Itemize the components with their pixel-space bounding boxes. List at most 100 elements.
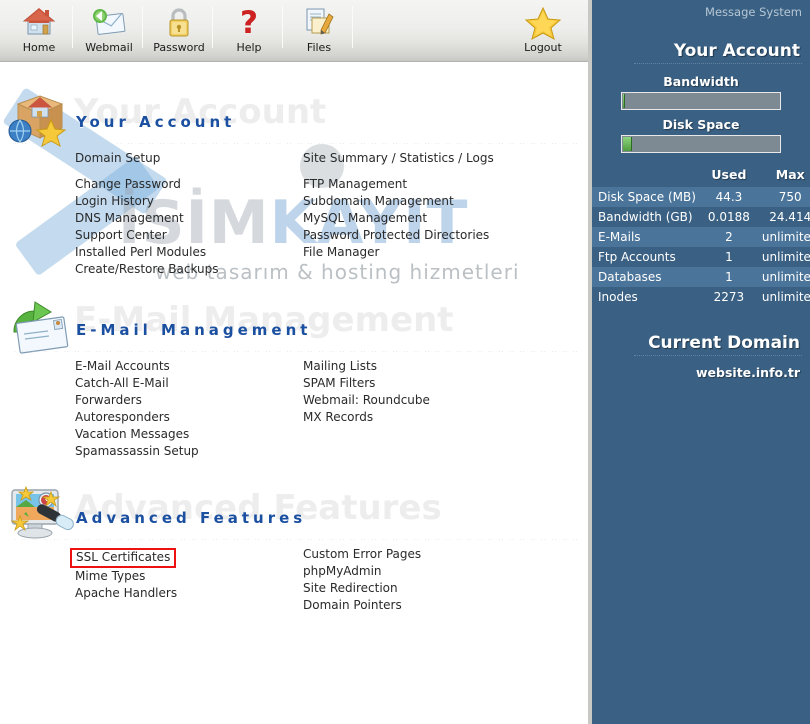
- column-header-max: Max: [775, 167, 805, 182]
- link-installed-perl-modules[interactable]: Installed Perl Modules: [75, 244, 295, 261]
- section-body: Domain Setup Change Password Login Histo…: [0, 150, 588, 286]
- sidebar-divider: [634, 63, 802, 67]
- toolbar-button-password[interactable]: Password: [144, 2, 214, 58]
- link-ftp-management[interactable]: FTP Management: [303, 176, 588, 193]
- right-sidebar: Message System Your Account Bandwidth Di…: [588, 0, 810, 724]
- link-site-redirection[interactable]: Site Redirection: [303, 580, 588, 597]
- sidebar-heading-current-domain: Current Domain: [648, 333, 800, 353]
- link-ssl-certificates[interactable]: SSL Certificates: [70, 548, 177, 568]
- cell-used: 1: [725, 250, 733, 264]
- toolbar-label: Webmail: [85, 41, 133, 54]
- link-mysql-management[interactable]: MySQL Management: [303, 210, 588, 227]
- table-body: Disk Space (MB) 44.3 750 Bandwidth (GB) …: [592, 187, 810, 307]
- cell-resource-name: E-Mails: [592, 227, 702, 247]
- table-row: Disk Space (MB) 44.3 750: [592, 187, 810, 207]
- account-usage-table: Used Max Disk Space (MB) 44.3 750 Bandwi…: [592, 165, 810, 307]
- cell-used: 1: [701, 267, 756, 287]
- link-vacation-messages[interactable]: Vacation Messages: [75, 426, 295, 443]
- toolbar-button-files[interactable]: Files: [284, 2, 354, 58]
- link-spamassassin-setup[interactable]: Spamassassin Setup: [75, 443, 295, 460]
- section-links-left: SSL Certificates Mime Types Apache Handl…: [70, 546, 295, 602]
- disk-space-progress-bar: [621, 135, 781, 153]
- link-change-password[interactable]: Change Password: [75, 176, 295, 193]
- section-links-left: E-Mail Accounts Catch-All E-Mail Forward…: [75, 358, 295, 460]
- bandwidth-progress-fill: [623, 94, 625, 108]
- toolbar-button-webmail[interactable]: Webmail: [74, 2, 144, 58]
- cell-resource-name: Bandwidth (GB): [598, 210, 693, 224]
- cell-max: 750: [755, 187, 810, 207]
- question-mark-icon: ?: [229, 4, 269, 41]
- cell-used: 2273: [713, 290, 745, 304]
- message-system-link[interactable]: Message System: [592, 0, 810, 19]
- link-custom-error-pages[interactable]: Custom Error Pages: [303, 546, 588, 563]
- link-catch-all-email[interactable]: Catch-All E-Mail: [75, 375, 295, 392]
- link-forwarders[interactable]: Forwarders: [75, 392, 295, 409]
- link-mailing-lists[interactable]: Mailing Lists: [303, 358, 588, 375]
- table-row: E-Mails 2 unlimited: [592, 227, 810, 247]
- link-domain-pointers[interactable]: Domain Pointers: [303, 597, 588, 614]
- toolbar-label: Help: [236, 41, 262, 54]
- disk-space-label: Disk Space: [662, 117, 740, 132]
- link-password-protected-directories[interactable]: Password Protected Directories: [303, 227, 588, 244]
- section-your-account: Your Account Your Account ◡◡◡◡◡◡◡◡◡◡◡◡◡◡…: [0, 90, 588, 286]
- toolbar-button-home[interactable]: Home: [4, 2, 74, 58]
- toolbar-label: Files: [306, 41, 332, 54]
- disk-space-progress-fill: [623, 137, 633, 151]
- section-divider-dots: ◡◡◡◡◡◡◡◡◡◡◡◡◡◡◡◡◡◡◡◡◡◡◡◡◡◡◡◡◡◡◡◡◡◡◡◡◡◡◡◡…: [14, 532, 578, 540]
- top-toolbar: Home Webmail Password ? Help Files Logou…: [0, 0, 588, 62]
- column-header-resource: [592, 165, 702, 187]
- link-site-summary-statistics-logs[interactable]: Site Summary / Statistics / Logs: [303, 150, 588, 167]
- cell-resource-name: Inodes: [598, 290, 638, 304]
- padlock-icon: [159, 4, 199, 40]
- section-links-right: Site Summary / Statistics / Logs FTP Man…: [303, 150, 588, 261]
- section-header: Your Account Your Account ◡◡◡◡◡◡◡◡◡◡◡◡◡◡…: [0, 90, 588, 150]
- link-create-restore-backups[interactable]: Create/Restore Backups: [75, 261, 295, 278]
- toolbar-label: Password: [153, 41, 205, 54]
- toolbar-button-logout[interactable]: Logout: [508, 2, 578, 58]
- cell-max: unlimited: [761, 250, 810, 264]
- link-apache-handlers[interactable]: Apache Handlers: [75, 585, 295, 602]
- link-autoresponders[interactable]: Autoresponders: [75, 409, 295, 426]
- link-subdomain-management[interactable]: Subdomain Management: [303, 193, 588, 210]
- section-title: Your Account: [76, 113, 236, 131]
- envelope-icon: [89, 4, 129, 40]
- link-spam-filters[interactable]: SPAM Filters: [303, 375, 588, 392]
- table-row: Inodes 2273 unlimited: [592, 287, 810, 307]
- section-links-left: Domain Setup Change Password Login Histo…: [75, 150, 295, 278]
- current-domain-link[interactable]: website.info.tr: [592, 359, 810, 380]
- link-support-center[interactable]: Support Center: [75, 227, 295, 244]
- section-title: Advanced Features: [76, 509, 307, 527]
- toolbar-label: Home: [22, 41, 56, 54]
- bandwidth-progress-bar: [621, 92, 781, 110]
- toolbar-label: Logout: [524, 41, 562, 54]
- cell-max: unlimited: [761, 290, 810, 304]
- link-mx-records[interactable]: MX Records: [303, 409, 588, 426]
- cell-max: unlimited: [755, 227, 810, 247]
- link-webmail-roundcube[interactable]: Webmail: Roundcube: [303, 392, 588, 409]
- section-divider-dots: ◡◡◡◡◡◡◡◡◡◡◡◡◡◡◡◡◡◡◡◡◡◡◡◡◡◡◡◡◡◡◡◡◡◡◡◡◡◡◡◡…: [14, 344, 578, 352]
- link-login-history[interactable]: Login History: [75, 193, 295, 210]
- link-email-accounts[interactable]: E-Mail Accounts: [75, 358, 295, 375]
- section-body: SSL Certificates Mime Types Apache Handl…: [0, 546, 588, 626]
- link-file-manager[interactable]: File Manager: [303, 244, 588, 261]
- section-header: Advanced Features Advanced Features ◡◡◡◡…: [0, 485, 588, 546]
- cell-resource-name: Databases: [592, 267, 702, 287]
- documents-pencil-icon: [299, 4, 339, 40]
- sidebar-heading-your-account: Your Account: [673, 41, 800, 61]
- section-links-right: Custom Error Pages phpMyAdmin Site Redir…: [303, 546, 588, 614]
- cell-used: 2: [701, 227, 756, 247]
- link-phpmyadmin[interactable]: phpMyAdmin: [303, 563, 588, 580]
- link-mime-types[interactable]: Mime Types: [75, 568, 295, 585]
- section-email-management: E-Mail Management E-Mail Management ◡◡◡◡…: [0, 298, 588, 474]
- link-dns-management[interactable]: DNS Management: [75, 210, 295, 227]
- link-domain-setup[interactable]: Domain Setup: [75, 150, 295, 167]
- toolbar-button-help[interactable]: ? Help: [214, 2, 284, 58]
- section-title: E-Mail Management: [76, 321, 312, 339]
- cell-max: unlimited: [755, 267, 810, 287]
- section-links-right: Mailing Lists SPAM Filters Webmail: Roun…: [303, 358, 588, 426]
- main-content-column: Home Webmail Password ? Help Files Logou…: [0, 0, 588, 724]
